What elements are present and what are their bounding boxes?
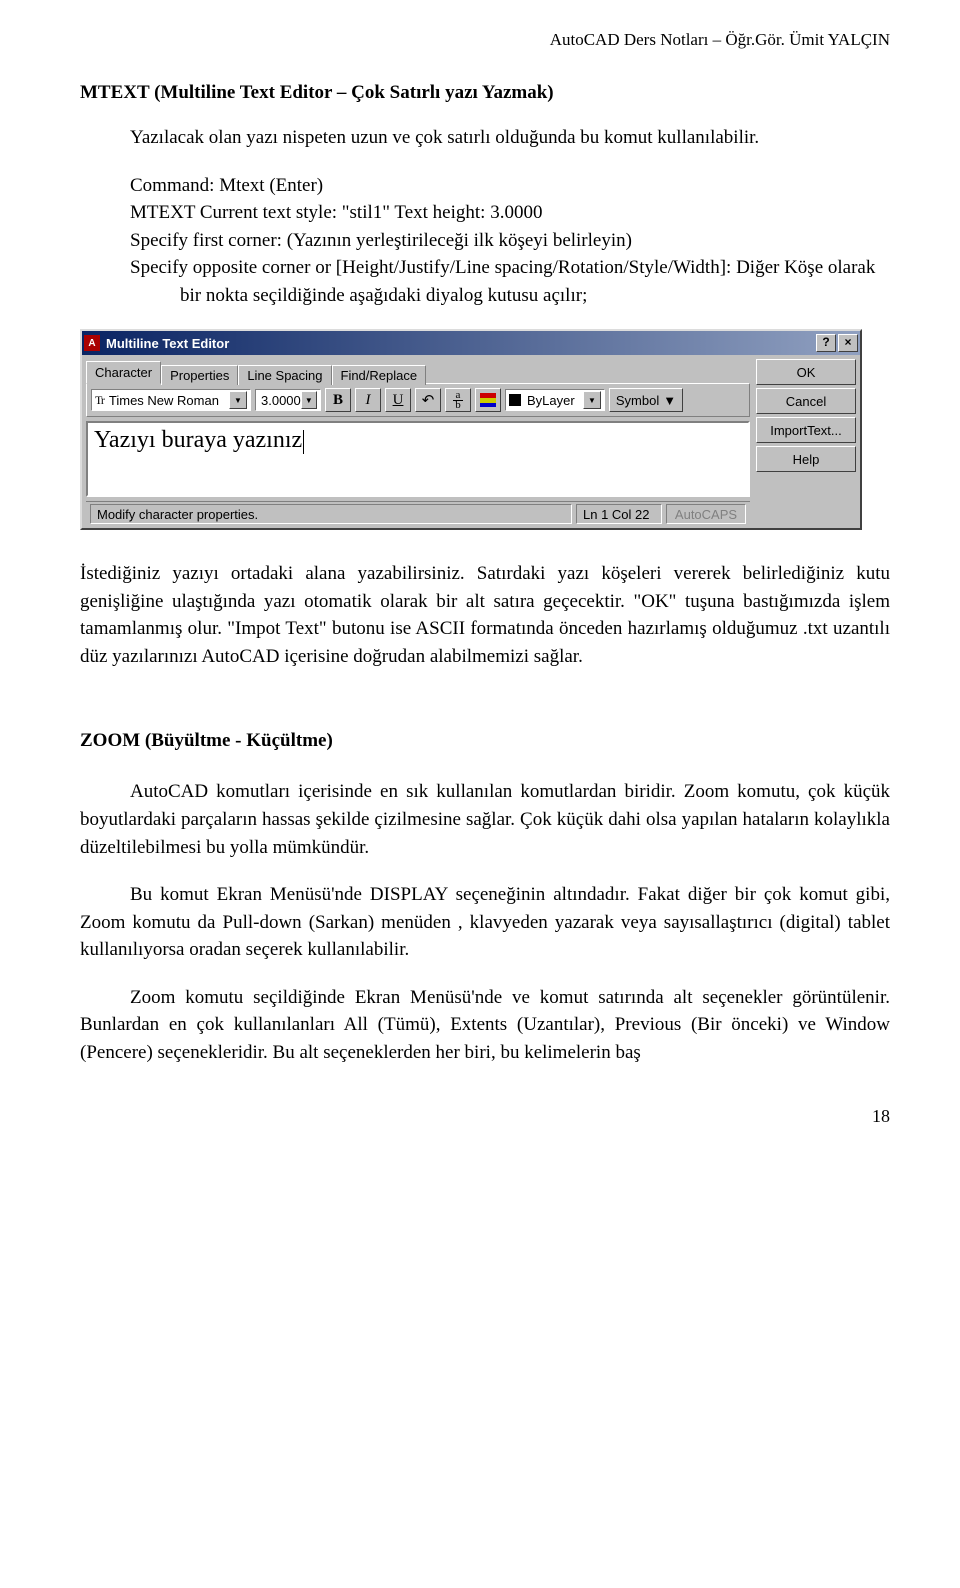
zoom-p3: Zoom komutu seçildiğinde Ekran Menüsü'nd…: [80, 984, 890, 1067]
titlebar-close-button[interactable]: ×: [838, 334, 858, 352]
status-position: Ln 1 Col 22: [576, 504, 662, 524]
dialog-statusbar: Modify character properties. Ln 1 Col 22…: [86, 501, 750, 524]
zoom-p2: Bu komut Ekran Menüsü'nde DISPLAY seçene…: [80, 881, 890, 964]
color-swatch-icon: [480, 393, 496, 407]
titlebar-help-button[interactable]: ?: [816, 334, 836, 352]
ok-button[interactable]: OK: [756, 359, 856, 385]
chevron-down-icon[interactable]: ▼: [301, 391, 317, 409]
mtext-textarea[interactable]: Yazıyı buraya yazınız: [86, 421, 750, 497]
tab-line-spacing[interactable]: Line Spacing: [238, 365, 331, 385]
import-text-button[interactable]: ImportText...: [756, 417, 856, 443]
underline-button[interactable]: U: [385, 388, 411, 412]
symbol-button[interactable]: Symbol ▼: [609, 388, 683, 412]
chevron-down-icon[interactable]: ▼: [229, 391, 247, 409]
character-panel: Tr Times New Roman ▼ 3.0000 ▼ B I U ↶ a: [86, 383, 750, 417]
text-height-value: 3.0000: [259, 393, 301, 408]
mtext-editor-dialog: A Multiline Text Editor ? × Character Pr…: [80, 329, 862, 530]
undo-button[interactable]: ↶: [415, 388, 441, 412]
command-block: Command: Mtext (Enter) MTEXT Current tex…: [80, 172, 890, 310]
section-title-zoom: ZOOM (Büyültme - Küçültme): [80, 730, 890, 752]
chevron-down-icon[interactable]: ▼: [583, 391, 601, 409]
after-dialog-paragraph: İstediğiniz yazıyı ortadaki alana yazabi…: [80, 560, 890, 670]
status-message: Modify character properties.: [90, 504, 572, 524]
chevron-down-icon: ▼: [663, 393, 676, 408]
tabs-row: Character Properties Line Spacing Find/R…: [86, 359, 750, 383]
page-header: AutoCAD Ders Notları – Öğr.Gör. Ümit YAL…: [80, 30, 890, 50]
textarea-value: Yazıyı buraya yazınız: [94, 427, 302, 453]
truetype-icon: Tr: [95, 393, 104, 408]
cmd-line-1: Command: Mtext (Enter): [80, 172, 890, 200]
tab-character[interactable]: Character: [86, 361, 161, 384]
font-name: Times New Roman: [107, 393, 229, 408]
bylayer-label: ByLayer: [525, 393, 583, 408]
cmd-line-2: MTEXT Current text style: "stil1" Text h…: [80, 199, 890, 227]
font-combo[interactable]: Tr Times New Roman ▼: [91, 389, 251, 411]
color-button[interactable]: [475, 388, 501, 412]
bold-button[interactable]: B: [325, 388, 351, 412]
status-autocaps: AutoCAPS: [666, 504, 746, 524]
page-number: 18: [80, 1106, 890, 1127]
intro-paragraph: Yazılacak olan yazı nispeten uzun ve çok…: [80, 124, 890, 152]
text-height-input[interactable]: 3.0000 ▼: [255, 389, 321, 411]
dialog-titlebar[interactable]: A Multiline Text Editor ? ×: [82, 331, 860, 355]
cancel-button[interactable]: Cancel: [756, 388, 856, 414]
text-caret: [303, 430, 304, 454]
color-preview-icon: [509, 394, 521, 406]
dialog-title: Multiline Text Editor: [106, 336, 814, 351]
help-button[interactable]: Help: [756, 446, 856, 472]
section-title-mtext: MTEXT (Multiline Text Editor – Çok Satır…: [80, 82, 890, 104]
symbol-label: Symbol: [616, 393, 659, 408]
stack-b: b: [455, 401, 461, 410]
color-bylayer-combo[interactable]: ByLayer ▼: [505, 389, 605, 411]
zoom-p1: AutoCAD komutları içerisinde en sık kull…: [80, 778, 890, 861]
italic-button[interactable]: I: [355, 388, 381, 412]
tab-properties[interactable]: Properties: [161, 365, 238, 385]
cmd-line-4: Specify opposite corner or [Height/Justi…: [130, 254, 890, 309]
stack-button[interactable]: a b: [445, 388, 471, 412]
app-icon: A: [84, 335, 100, 351]
tab-find-replace[interactable]: Find/Replace: [332, 365, 427, 385]
cmd-line-3: Specify first corner: (Yazının yerleştir…: [80, 227, 890, 255]
